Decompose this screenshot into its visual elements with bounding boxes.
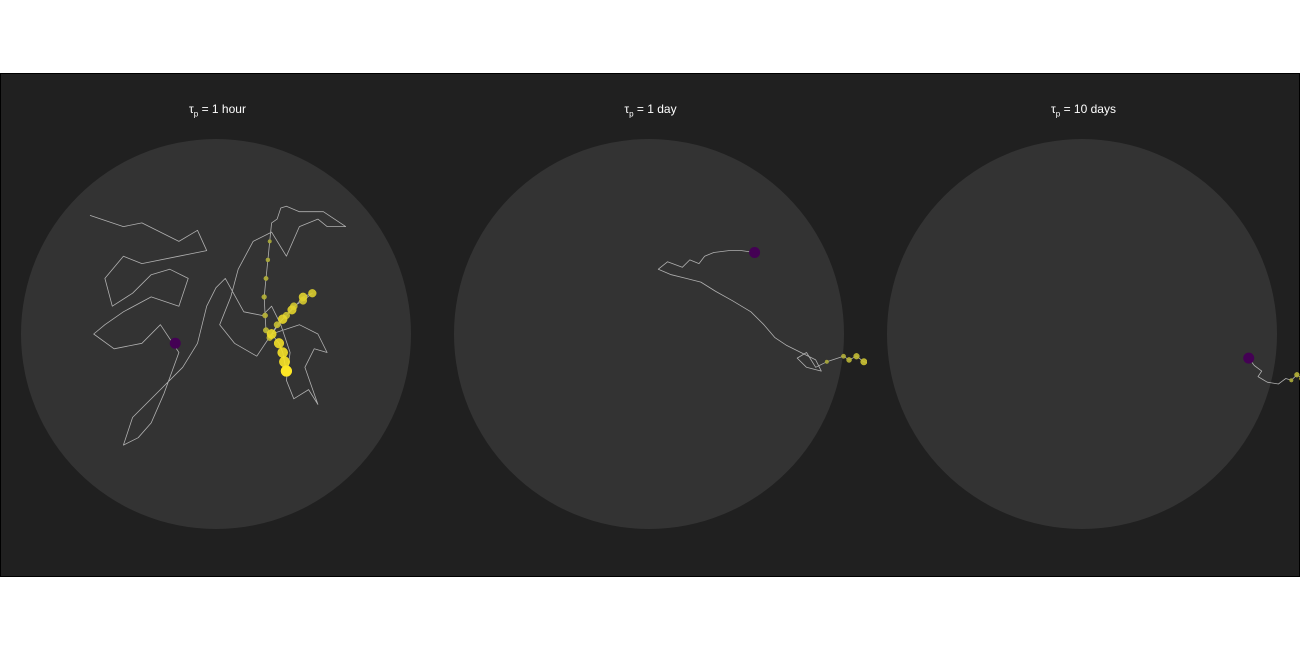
- trajectory-point: [262, 312, 268, 319]
- trajectory-point: [277, 347, 288, 358]
- arena-disk: [21, 139, 411, 529]
- trajectory-point: [267, 239, 272, 244]
- trajectory-point: [279, 356, 291, 368]
- trajectory-point: [266, 329, 277, 339]
- start-point: [749, 246, 761, 258]
- trajectory-point: [263, 275, 269, 281]
- figure: τp = 1 hour τp = 1 day τp = 10 days: [0, 73, 1300, 577]
- trajectory-point: [265, 257, 271, 263]
- start-point: [1243, 352, 1255, 364]
- plot-area: [21, 139, 411, 529]
- trajectory-point: [1294, 372, 1300, 378]
- trajectory-point: [277, 314, 288, 324]
- panel-10-days: τp = 10 days: [867, 74, 1300, 576]
- panel-1-day: τp = 1 day: [434, 74, 867, 576]
- plot-area: [454, 139, 867, 529]
- trajectory-point: [1289, 378, 1294, 383]
- end-point: [280, 365, 292, 377]
- trajectory-point: [273, 321, 281, 329]
- trajectory-point: [273, 338, 285, 349]
- trajectory-point: [308, 289, 317, 298]
- arena-disk: [454, 139, 844, 529]
- trajectory-point: [853, 353, 860, 360]
- trajectory-point: [287, 305, 297, 315]
- trajectory-point: [298, 292, 308, 302]
- plot-area: [887, 139, 1300, 529]
- trajectory-point: [261, 294, 267, 300]
- trajectory-point: [846, 357, 852, 363]
- panel-1-hour: τp = 1 hour: [1, 74, 434, 576]
- arena-disk: [887, 139, 1277, 529]
- trajectory-point: [824, 359, 829, 364]
- start-point: [169, 337, 181, 349]
- trajectory-point: [841, 353, 846, 359]
